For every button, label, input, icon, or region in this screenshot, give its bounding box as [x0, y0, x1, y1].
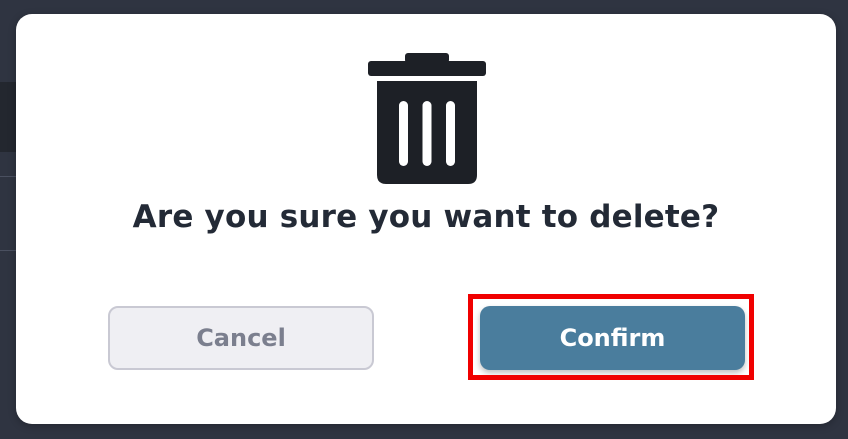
background-divider	[0, 176, 16, 177]
dialog-title: Are you sure you want to delete?	[132, 199, 720, 235]
trash-icon	[368, 51, 486, 185]
confirm-highlight-box	[468, 294, 754, 380]
background-panel	[0, 82, 16, 152]
cancel-button-label: Cancel	[196, 324, 286, 352]
cancel-button[interactable]: Cancel	[108, 306, 374, 370]
background-divider	[0, 250, 16, 251]
